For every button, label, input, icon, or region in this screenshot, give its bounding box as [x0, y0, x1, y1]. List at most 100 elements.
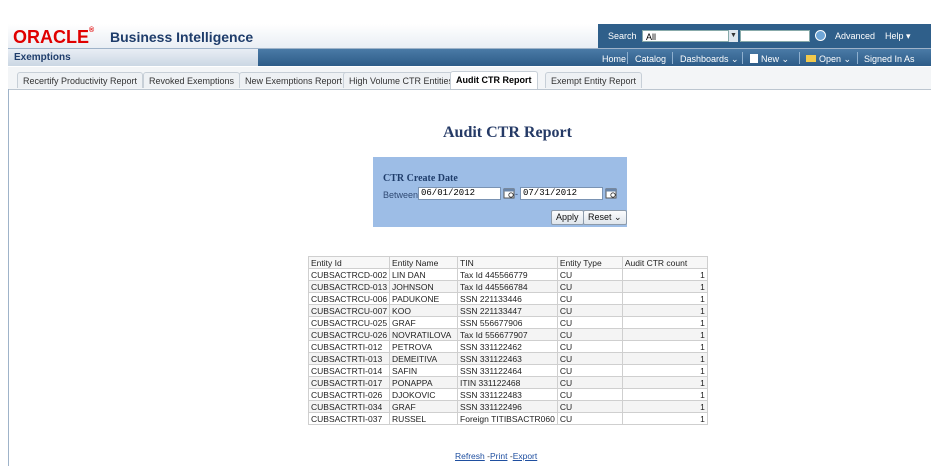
tab-high-volume-ctr[interactable]: High Volume CTR Entities: [343, 72, 460, 88]
cell-entity-name: GRAF: [389, 400, 459, 413]
column-header-entity-id[interactable]: Entity Id: [307, 256, 391, 269]
dashboard-title: Exemptions: [14, 52, 71, 63]
cell-entity-type: CU: [556, 292, 623, 305]
cell-audit-ctr-count: 1: [621, 268, 708, 281]
column-header-entity-type[interactable]: Entity Type: [556, 256, 623, 269]
reset-button[interactable]: Reset ⌄: [583, 210, 627, 225]
table-row: CUBSACTRTI-012 PETROVA SSN 331122462 CU 1: [307, 340, 708, 353]
cell-entity-name: NOVRATILOVA: [389, 328, 459, 341]
product-title: Business Intelligence: [110, 29, 254, 45]
cell-tin: SSN 331122463: [457, 352, 558, 365]
calendar-icon[interactable]: [503, 187, 515, 199]
tab-exempt-entity[interactable]: Exempt Entity Report: [545, 72, 643, 88]
cell-entity-type: CU: [556, 316, 623, 329]
print-link[interactable]: Print: [490, 451, 507, 461]
table-row: CUBSACTRTI-017 PONAPPA ITIN 331122468 CU 1: [307, 376, 708, 389]
between-label: Between: [383, 190, 419, 200]
table-row: CUBSACTRTI-037 RUSSEL Foreign TITIBSACTR06…: [307, 412, 708, 425]
export-link[interactable]: Export: [513, 451, 538, 461]
cell-tin: SSN 221133446: [457, 292, 558, 305]
column-header-entity-name[interactable]: Entity Name: [389, 256, 459, 269]
cell-tin: SSN 556677906: [457, 316, 558, 329]
cell-entity-type: CU: [556, 376, 623, 389]
oracle-logo: ORACLE®: [13, 27, 95, 47]
cell-entity-name: PETROVA: [389, 340, 459, 353]
cell-entity-id: CUBSACTRCU-026: [307, 328, 391, 341]
cell-audit-ctr-count: 1: [621, 328, 708, 341]
cell-entity-id: CUBSACTRTI-014: [307, 364, 391, 377]
nav-divider: [627, 52, 628, 64]
cell-entity-type: CU: [556, 280, 623, 293]
cell-tin: Foreign TITIBSACTR060: [457, 412, 558, 425]
cell-tin: SSN 221133447: [457, 304, 558, 317]
cell-entity-type: CU: [556, 364, 623, 377]
nav-new[interactable]: New ⌄: [750, 54, 789, 65]
cell-entity-id: CUBSACTRTI-013: [307, 352, 391, 365]
tab-recertify-productivity[interactable]: Recertify Productivity Report: [17, 72, 144, 88]
tab-audit-ctr[interactable]: Audit CTR Report: [450, 71, 538, 89]
cell-entity-name: JOHNSON: [389, 280, 459, 293]
date-from-input[interactable]: 06/01/2012: [418, 187, 501, 200]
cell-entity-type: CU: [556, 268, 623, 281]
cell-entity-type: CU: [556, 412, 623, 425]
cell-entity-id: CUBSACTRTI-037: [307, 412, 391, 425]
nav-open[interactable]: Open ⌄: [806, 54, 851, 65]
cell-tin: Tax Id 445566779: [457, 268, 558, 281]
report-links: Refresh -Print -Export: [455, 451, 537, 461]
table-row: CUBSACTRCD-002 LIN DAN Tax Id 445566779 CU 1: [307, 268, 708, 281]
cell-entity-id: CUBSACTRCU-006: [307, 292, 391, 305]
apply-button[interactable]: Apply: [551, 210, 584, 225]
calendar-icon[interactable]: [605, 187, 617, 199]
cell-entity-name: RUSSEL: [389, 412, 459, 425]
column-header-tin[interactable]: TIN: [457, 256, 558, 269]
cell-entity-type: CU: [556, 400, 623, 413]
cell-entity-type: CU: [556, 352, 623, 365]
tab-revoked-exemptions[interactable]: Revoked Exemptions: [143, 72, 241, 88]
search-input[interactable]: [740, 30, 810, 42]
date-range-dash: -: [515, 189, 518, 199]
cell-entity-type: CU: [556, 328, 623, 341]
table-row: CUBSACTRCD-013 JOHNSON Tax Id 445566784 CU 1: [307, 280, 708, 293]
nav-signed-in[interactable]: Signed In As: [864, 54, 915, 64]
cell-tin: SSN 331122462: [457, 340, 558, 353]
column-header-audit-ctr-count[interactable]: Audit CTR count: [621, 256, 708, 269]
cell-audit-ctr-count: 1: [621, 388, 708, 401]
advanced-link[interactable]: Advanced: [835, 31, 875, 41]
table-row: CUBSACTRTI-034 GRAF SSN 331122496 CU 1: [307, 400, 708, 413]
nav-divider: [857, 52, 858, 64]
search-go-icon[interactable]: [815, 30, 826, 41]
date-to-input[interactable]: 07/31/2012: [520, 187, 603, 200]
content-frame-border: [8, 89, 9, 466]
cell-entity-name: PADUKONE: [389, 292, 459, 305]
cell-tin: ITIN 331122468: [457, 376, 558, 389]
cell-entity-id: CUBSACTRCD-013: [307, 280, 391, 293]
table-row: CUBSACTRCU-007 KOO SSN 221133447 CU 1: [307, 304, 708, 317]
chevron-down-icon[interactable]: ▼: [728, 30, 738, 42]
folder-icon: [806, 55, 816, 62]
cell-audit-ctr-count: 1: [621, 316, 708, 329]
cell-entity-name: SAFIN: [389, 364, 459, 377]
cell-audit-ctr-count: 1: [621, 292, 708, 305]
table-row: CUBSACTRTI-013 DEMEITIVA SSN 331122463 CU 1: [307, 352, 708, 365]
report-title: Audit CTR Report: [443, 124, 572, 141]
nav-home[interactable]: Home: [602, 54, 626, 64]
cell-tin: SSN 331122464: [457, 364, 558, 377]
cell-entity-id: CUBSACTRTI-026: [307, 388, 391, 401]
new-icon: [750, 54, 758, 63]
cell-entity-name: DJOKOVIC: [389, 388, 459, 401]
prompt-label: CTR Create Date: [383, 173, 458, 184]
cell-tin: Tax Id 556677907: [457, 328, 558, 341]
cell-entity-name: LIN DAN: [389, 268, 459, 281]
cell-audit-ctr-count: 1: [621, 340, 708, 353]
cell-entity-name: KOO: [389, 304, 459, 317]
cell-entity-id: CUBSACTRCD-002: [307, 268, 391, 281]
tab-new-exemptions[interactable]: New Exemptions Report: [239, 72, 349, 88]
nav-dashboards[interactable]: Dashboards ⌄: [680, 54, 739, 65]
refresh-link[interactable]: Refresh: [455, 451, 485, 461]
search-scope-select[interactable]: All: [642, 30, 736, 42]
help-menu[interactable]: Help ▾: [885, 31, 911, 42]
cell-entity-id: CUBSACTRTI-017: [307, 376, 391, 389]
table-row: CUBSACTRCU-025 GRAF SSN 556677906 CU 1: [307, 316, 708, 329]
nav-catalog[interactable]: Catalog: [635, 54, 666, 64]
cell-entity-id: CUBSACTRCU-025: [307, 316, 391, 329]
